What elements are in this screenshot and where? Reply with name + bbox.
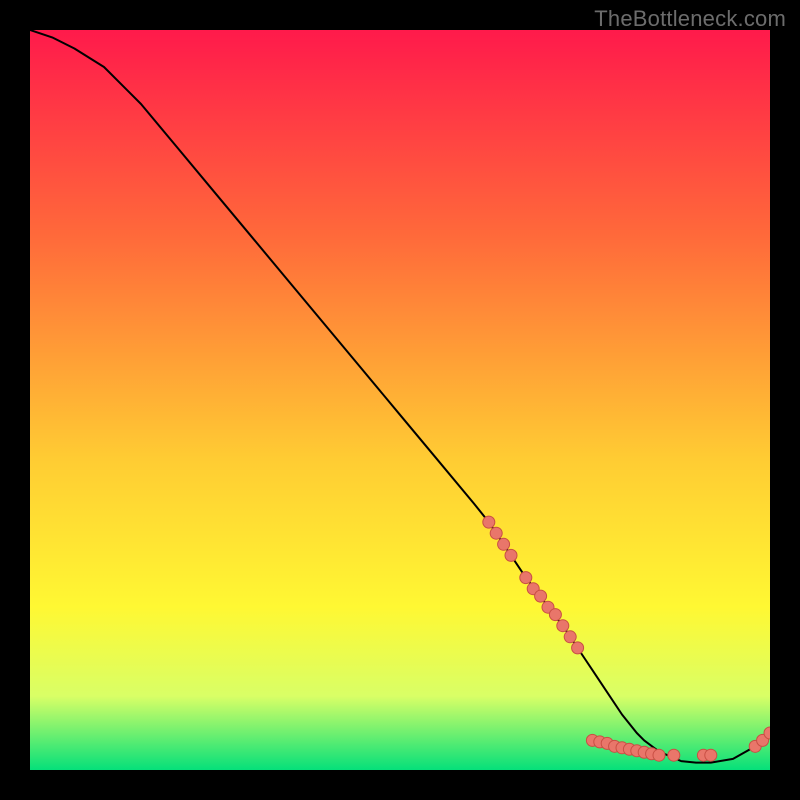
data-marker (520, 572, 532, 584)
data-marker (498, 538, 510, 550)
data-marker (705, 749, 717, 761)
data-marker (572, 642, 584, 654)
data-marker (535, 590, 547, 602)
chart-frame: TheBottleneck.com (0, 0, 800, 800)
watermark-text: TheBottleneck.com (594, 6, 786, 32)
data-marker (505, 549, 517, 561)
plot-area (30, 30, 770, 770)
data-marker (557, 620, 569, 632)
data-marker (549, 609, 561, 621)
plot-svg (30, 30, 770, 770)
data-marker (490, 527, 502, 539)
data-marker (653, 749, 665, 761)
data-marker (668, 749, 680, 761)
data-marker (483, 516, 495, 528)
gradient-background (30, 30, 770, 770)
data-marker (564, 631, 576, 643)
